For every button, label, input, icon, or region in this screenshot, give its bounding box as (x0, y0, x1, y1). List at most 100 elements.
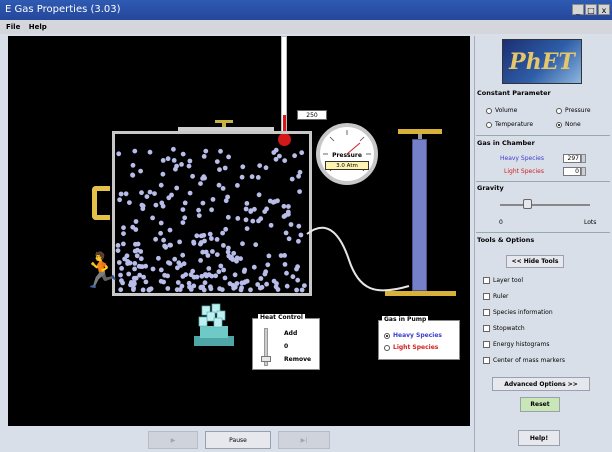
running-person-icon: 🏃 (80, 251, 123, 291)
heavy-particle (289, 176, 295, 182)
checkbox-ruler[interactable] (483, 293, 490, 300)
checkbox-stopwatch[interactable] (483, 325, 490, 332)
light-species-count-input[interactable]: 0 (563, 167, 581, 176)
heavy-particle (263, 269, 269, 275)
heavy-particle (278, 253, 284, 258)
heavy-particle (202, 175, 207, 181)
hide-tools-button[interactable]: << Hide Tools (506, 255, 564, 268)
step-button[interactable]: ▶| (278, 431, 330, 449)
heavy-particle (141, 274, 146, 280)
checkbox-layer-tool[interactable] (483, 277, 490, 284)
heavy-particle (234, 255, 240, 261)
heavy-particle (216, 269, 222, 275)
checkbox-energy-histograms-label[interactable]: Energy histograms (493, 341, 549, 348)
radio-pump-light[interactable] (384, 345, 390, 351)
heavy-particle (186, 280, 192, 286)
close-button[interactable]: x (598, 4, 610, 15)
radio-temperature[interactable] (486, 122, 492, 128)
menu-bar: File Help (0, 20, 612, 34)
heavy-particle (210, 249, 215, 254)
heavy-particle (132, 261, 138, 266)
heavy-particle (201, 287, 207, 293)
heavy-particle (182, 200, 188, 206)
heavy-particle (271, 278, 277, 284)
option-none-label[interactable]: None (565, 121, 581, 128)
heavy-particle (147, 287, 152, 293)
heavy-particle (250, 218, 256, 224)
heavy-particle (196, 207, 201, 213)
heavy-species-count-input[interactable]: 297 (563, 154, 581, 163)
checkbox-center-of-mass[interactable] (483, 357, 490, 364)
heavy-particle (134, 253, 140, 259)
heavy-particle (208, 284, 213, 290)
title-bar: E Gas Properties (3.03) _ □ x (0, 0, 612, 20)
checkbox-center-of-mass-label[interactable]: Center of mass markers (493, 357, 565, 364)
heavy-particle (214, 237, 220, 242)
heavy-particle (140, 264, 145, 269)
heavy-particle (288, 222, 294, 227)
checkbox-energy-histograms[interactable] (483, 341, 490, 348)
heavy-particle (263, 165, 269, 171)
pump-light-label[interactable]: Light Species (393, 344, 438, 351)
heavy-particle (283, 230, 289, 236)
maximize-button[interactable]: □ (585, 4, 597, 15)
heavy-particle (222, 165, 228, 171)
option-pressure-label[interactable]: Pressure (565, 107, 591, 114)
heavy-particle (156, 255, 161, 261)
heavy-particle (126, 271, 132, 277)
heavy-particle (266, 253, 272, 259)
heavy-species-spinner[interactable] (581, 154, 586, 163)
light-species-spinner[interactable] (581, 167, 586, 176)
heavy-particle (175, 265, 180, 271)
heavy-particle (273, 156, 279, 162)
menu-file[interactable]: File (6, 23, 20, 31)
checkbox-ruler-label[interactable]: Ruler (493, 293, 509, 300)
chamber-wall-handle[interactable] (92, 186, 110, 220)
heavy-particle (133, 275, 139, 281)
heavy-particle (220, 230, 225, 236)
heat-add-label: Add (284, 330, 298, 337)
checkbox-species-info-label[interactable]: Species information (493, 309, 553, 316)
heavy-particle (273, 284, 279, 290)
menu-help[interactable]: Help (29, 23, 47, 31)
checkbox-layer-tool-label[interactable]: Layer tool (493, 277, 523, 284)
heavy-particle (121, 241, 126, 247)
gravity-slider-thumb[interactable] (523, 199, 532, 209)
heavy-particle (153, 202, 159, 208)
heavy-particle (231, 250, 237, 256)
heavy-particle (144, 194, 150, 199)
help-button[interactable]: Help! (518, 430, 560, 446)
radio-volume[interactable] (486, 108, 492, 114)
heavy-particle (121, 225, 126, 231)
option-volume-label[interactable]: Volume (495, 107, 517, 114)
heat-slider-thumb[interactable] (261, 356, 271, 362)
advanced-options-button[interactable]: Advanced Options >> (492, 377, 590, 391)
radio-none[interactable] (556, 122, 562, 128)
heavy-particle (201, 154, 207, 159)
heavy-particle (158, 267, 164, 273)
checkbox-species-info[interactable] (483, 309, 490, 316)
radio-pressure[interactable] (556, 108, 562, 114)
pause-button[interactable]: Pause (205, 431, 271, 449)
radio-pump-heavy[interactable] (384, 333, 390, 339)
option-temperature-label[interactable]: Temperature (495, 121, 533, 128)
gravity-slider-track[interactable] (500, 204, 590, 206)
heavy-particle (128, 282, 133, 288)
reset-button[interactable]: Reset (520, 397, 560, 412)
heavy-particle (295, 277, 301, 283)
minimize-button[interactable]: _ (572, 4, 584, 15)
heavy-particle (252, 206, 257, 212)
gas-particles (115, 146, 307, 293)
heavy-particle (160, 203, 166, 209)
bicycle-pump[interactable] (412, 139, 427, 291)
heavy-particle (284, 270, 289, 276)
heavy-particle (239, 174, 245, 180)
heavy-species-label: Heavy Species (500, 155, 544, 162)
pump-heavy-label[interactable]: Heavy Species (393, 332, 442, 339)
checkbox-stopwatch-label[interactable]: Stopwatch (493, 325, 525, 332)
heavy-particle (218, 263, 224, 269)
heavy-particle (133, 219, 139, 224)
heavy-particle (158, 230, 163, 236)
heavy-particle (194, 233, 200, 239)
play-button[interactable]: ▶ (148, 431, 198, 449)
